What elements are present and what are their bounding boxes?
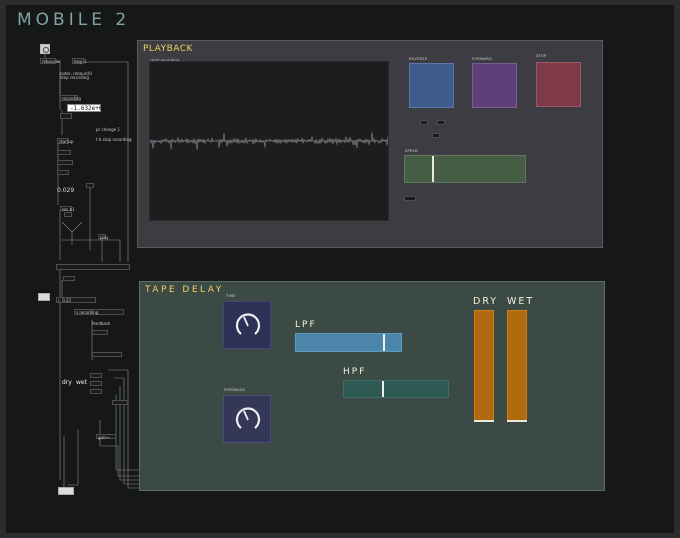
wet-meter-label: WET — [507, 296, 535, 307]
comment-stop-recording: stop recording — [60, 75, 89, 80]
playback-title: PLAYBACK — [143, 44, 193, 54]
speed-number[interactable] — [404, 196, 416, 201]
object-g[interactable]: r, 0.25 — [56, 297, 96, 303]
hpf-slider-thumb[interactable] — [381, 381, 384, 397]
toggle-button[interactable] — [38, 293, 50, 301]
select-object-a[interactable] — [420, 120, 428, 125]
dry-label: dry — [62, 379, 72, 386]
object-a[interactable] — [57, 150, 71, 155]
wet-slider-thumb[interactable] — [507, 420, 527, 422]
hpf-slider[interactable] — [343, 380, 449, 398]
reverse-pad[interactable] — [409, 63, 454, 108]
forward-pad[interactable] — [472, 63, 517, 108]
wet-slider[interactable] — [507, 310, 527, 422]
startup-object[interactable]: startup — [57, 138, 73, 144]
select-object-c[interactable] — [432, 133, 440, 138]
dac-object[interactable] — [58, 487, 74, 495]
play-object[interactable]: play — [98, 234, 108, 240]
object-k[interactable] — [90, 373, 102, 378]
tape-delay-title: TAPE DELAY — [145, 285, 224, 295]
object-m[interactable] — [90, 389, 102, 394]
recording-object[interactable]: recording — [60, 95, 81, 101]
select-object-b[interactable] — [437, 120, 445, 125]
loop-object[interactable]: loop 1 — [72, 58, 86, 64]
time-knob[interactable] — [223, 301, 271, 349]
stop-pad[interactable] — [536, 62, 581, 107]
rec-object[interactable]: rec $1 — [60, 206, 75, 212]
lpf-slider[interactable] — [295, 333, 402, 352]
comment-pr-change: pr change 1 — [96, 127, 120, 132]
feedback-knob[interactable] — [223, 395, 271, 443]
bang-button[interactable] — [40, 44, 50, 54]
comment-stop-rec: t b stop recording — [96, 137, 132, 142]
speed-slider[interactable] — [404, 155, 526, 183]
feedback-knob-dial — [235, 407, 261, 429]
speed-slider-thumb[interactable] — [432, 156, 435, 182]
message-bar[interactable] — [56, 264, 130, 270]
dry-meter-label: DRY — [473, 296, 499, 307]
number-box[interactable]: -1.632e+06 — [67, 104, 106, 112]
hpf-label: HPF — [343, 367, 367, 377]
speed-label: SPEED — [405, 149, 418, 153]
object-i[interactable] — [92, 330, 108, 335]
time-knob-dial — [235, 313, 261, 335]
object-e[interactable] — [64, 212, 72, 217]
object-o[interactable]: gain~ — [96, 434, 116, 440]
reboucler-object[interactable]: reboucler — [40, 58, 61, 64]
object-b[interactable] — [57, 160, 73, 165]
object-c[interactable] — [57, 170, 69, 175]
object-n[interactable] — [112, 400, 128, 405]
lpf-slider-thumb[interactable] — [382, 334, 385, 351]
time-label: TIME — [226, 294, 236, 298]
forward-label: FORWARD — [472, 57, 492, 61]
object-d[interactable] — [86, 183, 94, 188]
waveform-trace — [149, 132, 389, 150]
object-h[interactable]: s recording — [74, 309, 124, 315]
number-readout: 0.029 — [57, 187, 75, 194]
feedback-label: FEEDBACK — [224, 388, 246, 392]
reverse-label: REVERSE — [409, 57, 428, 61]
stop-label: STOP — [536, 54, 547, 58]
lpf-label: LPF — [295, 320, 317, 330]
comment-feedback: feedback — [92, 321, 111, 326]
waveform-display[interactable] — [149, 61, 389, 221]
object-j[interactable] — [92, 352, 122, 357]
dry-slider-thumb[interactable] — [474, 420, 494, 422]
object-l[interactable] — [90, 381, 102, 386]
wet-label: wet — [76, 379, 87, 386]
dry-slider[interactable] — [474, 310, 494, 422]
object-f[interactable] — [63, 276, 75, 281]
gain-object[interactable] — [60, 113, 72, 119]
